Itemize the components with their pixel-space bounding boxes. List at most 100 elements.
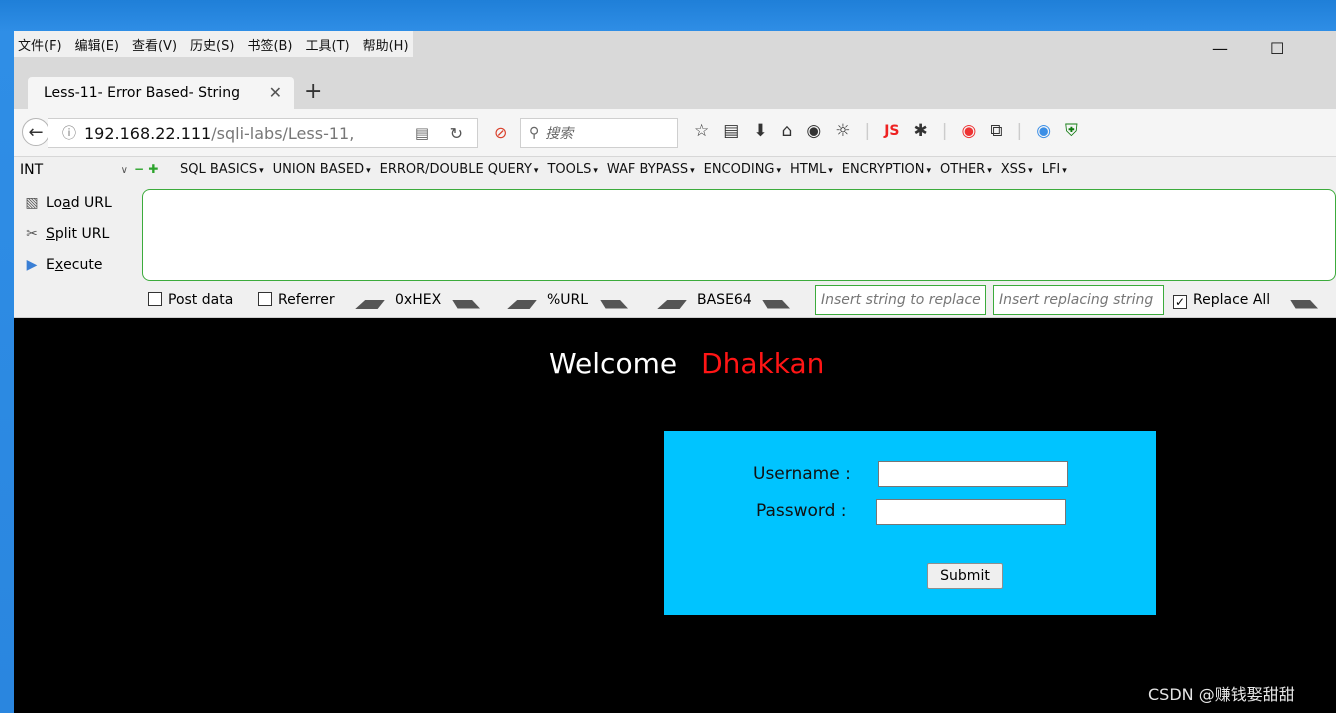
load-url-icon: ▧ [25, 194, 39, 211]
split-url-button[interactable]: ✂ Split URL [18, 218, 138, 249]
addon-red-icon[interactable]: ◉ [961, 121, 976, 141]
menu-encoding[interactable]: ENCODING [704, 162, 781, 177]
execute-accesskey: x [54, 256, 64, 273]
load-url-label: Lo [46, 194, 63, 211]
menu-edit[interactable]: 编辑(E) [75, 35, 119, 54]
execute-button[interactable]: ▶ Ex ecute [18, 249, 138, 280]
download-icon[interactable]: ⬇ [753, 121, 767, 141]
split-url-label: plit URL [54, 225, 110, 242]
load-url-label-rest: d URL [70, 194, 112, 211]
type-select[interactable]: INT ∨ [20, 161, 128, 179]
separator: | [864, 121, 871, 141]
base64-label: BASE64 [697, 292, 752, 308]
search-icon: ⚲ [529, 125, 540, 141]
referrer-label: Referrer [278, 292, 335, 308]
replace-string-input[interactable]: Insert string to replace [815, 285, 986, 315]
referrer-checkbox[interactable]: Referrer [258, 292, 335, 308]
hex-decode-arrow-icon[interactable] [356, 296, 384, 312]
menu-tools[interactable]: TOOLS [547, 162, 597, 177]
password-label: Password : [756, 501, 847, 521]
new-tab-button[interactable]: + [304, 79, 322, 104]
watermark: CSDN @赚钱娶甜甜 [1148, 685, 1295, 704]
menu-view[interactable]: 查看(V) [132, 35, 177, 54]
info-icon[interactable]: ⓘ [62, 123, 76, 143]
js-icon[interactable]: JS [884, 123, 899, 141]
menu-help[interactable]: 帮助(H) [363, 35, 409, 54]
hackbar-menus: SQL BASICS UNION BASED ERROR/DOUBLE QUER… [180, 162, 1067, 177]
checkbox-checked-icon: ✓ [1173, 295, 1187, 309]
load-url-button[interactable]: ▧ Lo a d URL [18, 187, 138, 218]
chevron-down-icon: ∨ [120, 164, 128, 176]
home-icon[interactable]: ⌂ [782, 121, 793, 141]
plus-minus-icon[interactable]: − ✚ [134, 162, 158, 176]
reload-icon[interactable]: ↻ [450, 124, 463, 143]
replacing-string-input[interactable]: Insert replacing string [993, 285, 1164, 315]
replace-all-checkbox[interactable]: ✓ Replace All [1173, 292, 1270, 309]
bug-icon[interactable]: ✱ [913, 121, 927, 141]
menu-encryption[interactable]: ENCRYPTION [842, 162, 931, 177]
menu-sql-basics[interactable]: SQL BASICS [180, 162, 264, 177]
replace-string-placeholder: Insert string to replace [821, 292, 981, 308]
url-path: /sqli-labs/Less-11, [211, 123, 355, 143]
url-decode-arrow-icon[interactable] [508, 296, 536, 312]
replace-arrow-icon[interactable] [1290, 296, 1318, 312]
menu-file[interactable]: 文件(F) [18, 35, 62, 54]
menu-bookmarks[interactable]: 书签(B) [247, 35, 292, 54]
scissors-icon: ✂ [26, 225, 38, 242]
arrow-left-icon: ← [28, 121, 44, 143]
menu-xss[interactable]: XSS [1001, 162, 1033, 177]
menu-waf-bypass[interactable]: WAF BYPASS [607, 162, 695, 177]
hex-encode-arrow-icon[interactable] [452, 296, 480, 312]
reading-list-icon[interactable]: ▤ [723, 121, 739, 141]
username-input[interactable] [878, 461, 1068, 487]
post-data-label: Post data [168, 292, 234, 308]
menu-error-double-query[interactable]: ERROR/DOUBLE QUERY [380, 162, 539, 177]
username-label: Username : [753, 464, 851, 484]
addon-blue-icon[interactable]: ◉ [1036, 121, 1051, 141]
search-input[interactable]: ⚲ 搜索 [520, 118, 678, 148]
title-bar: 文件(F) 编辑(E) 查看(V) 历史(S) 书签(B) 工具(T) 帮助(H… [14, 31, 1336, 77]
close-tab-icon[interactable]: ✕ [269, 83, 282, 102]
menu-bar: 文件(F) 编辑(E) 查看(V) 历史(S) 书签(B) 工具(T) 帮助(H… [14, 31, 413, 57]
bookmark-star-icon[interactable]: ☆ [694, 121, 709, 141]
page-action-icon[interactable]: ▤ [415, 124, 429, 142]
minimize-button[interactable]: — [1212, 39, 1228, 58]
url-encode-arrow-icon[interactable] [600, 296, 628, 312]
menu-union-based[interactable]: UNION BASED [273, 162, 371, 177]
menu-lfi[interactable]: LFI [1042, 162, 1067, 177]
noscript-icon[interactable]: ⊘ [494, 123, 507, 142]
palette-icon[interactable]: ☼ [835, 121, 850, 141]
play-icon: ▶ [26, 256, 38, 273]
replace-all-label: Replace All [1193, 292, 1271, 308]
welcome-name: Dhakkan [701, 347, 825, 380]
tab-title: Less-11- Error Based- String [44, 85, 240, 101]
execute-label-rest: ecute [63, 256, 103, 273]
globe-icon[interactable]: ◉ [806, 121, 821, 141]
hackbar-url-textarea[interactable] [142, 189, 1336, 281]
post-data-checkbox[interactable]: Post data [148, 292, 233, 308]
password-input[interactable] [876, 499, 1066, 525]
type-select-value: INT [20, 162, 44, 178]
submit-button[interactable]: Submit [927, 563, 1003, 589]
checkbox-icon [148, 292, 162, 306]
menu-html[interactable]: HTML [790, 162, 833, 177]
replacing-string-placeholder: Insert replacing string [999, 292, 1154, 308]
url-bar[interactable]: ⓘ 192.168.22.111/sqli-labs/Less-11, ▤ ↻ [48, 118, 478, 148]
welcome-text: Welcome [549, 347, 678, 380]
menu-other[interactable]: OTHER [940, 162, 992, 177]
base64-decode-arrow-icon[interactable] [658, 296, 686, 312]
url-host: 192.168.22.111 [84, 123, 212, 143]
menu-history[interactable]: 历史(S) [190, 35, 234, 54]
copy-icon[interactable]: ⧉ [990, 121, 1002, 141]
tab-strip: Less-11- Error Based- String ✕ + [14, 77, 1336, 109]
shield-icon[interactable]: ⛨ [1065, 121, 1078, 141]
separator: | [941, 121, 948, 141]
back-button[interactable]: ← [22, 118, 50, 146]
tab-less-11[interactable]: Less-11- Error Based- String ✕ [28, 77, 294, 109]
menu-tools[interactable]: 工具(T) [306, 35, 350, 54]
maximize-button[interactable]: ☐ [1270, 39, 1284, 58]
base64-encode-arrow-icon[interactable] [762, 296, 790, 312]
checkbox-icon [258, 292, 272, 306]
login-form: Username : Password : Submit [664, 431, 1156, 615]
nav-bar: ← ⓘ 192.168.22.111/sqli-labs/Less-11, ▤ … [14, 109, 1336, 157]
